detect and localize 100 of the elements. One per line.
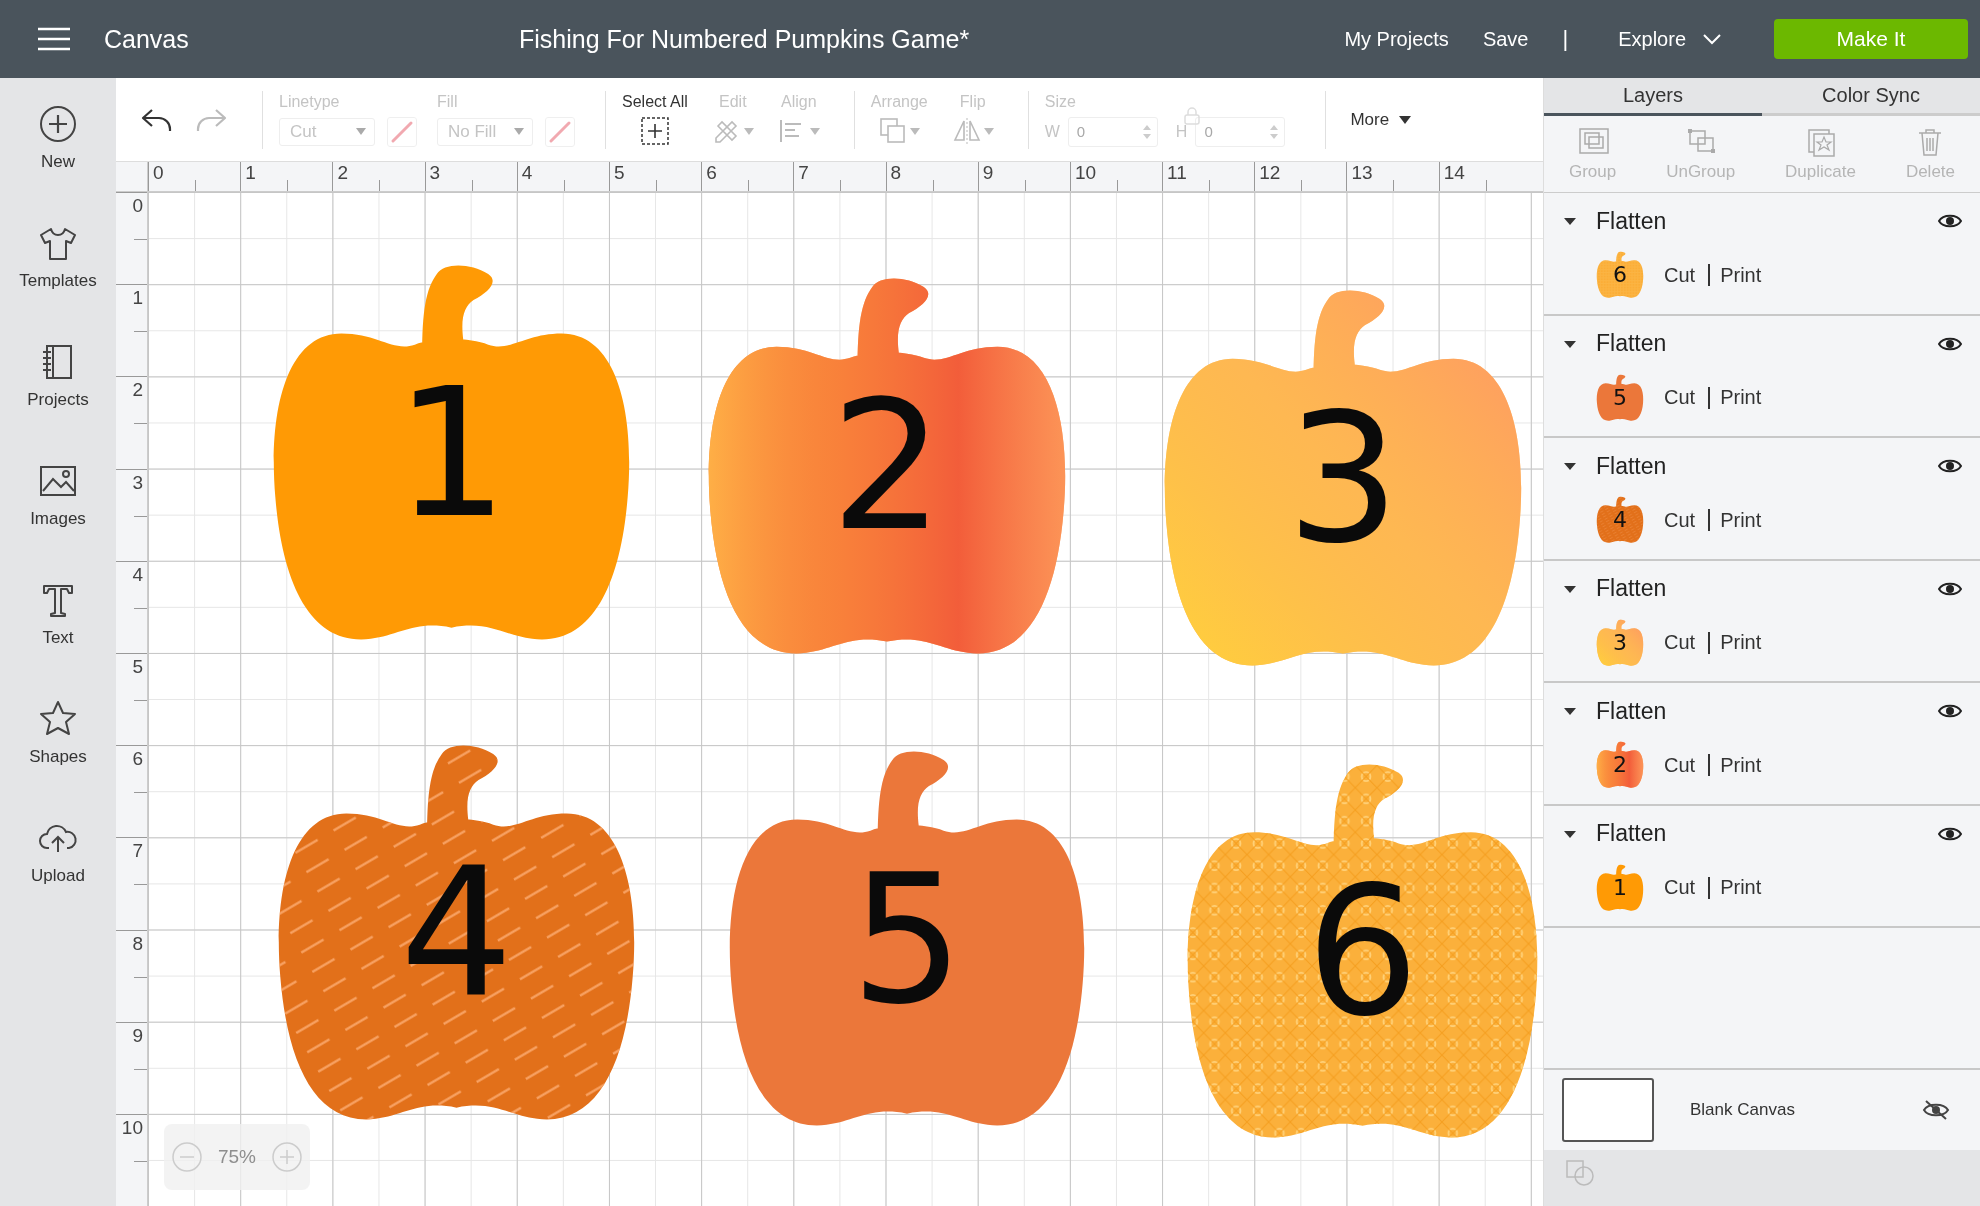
ruler-number: 10 — [1074, 162, 1096, 183]
project-title: Fishing For Numbered Pumpkins Game* — [519, 24, 970, 54]
operation-label: Cut — [1664, 753, 1696, 777]
sidebar-item[interactable]: Shapes — [8, 699, 108, 793]
caret-down-icon — [743, 127, 754, 135]
caret-down-icon[interactable] — [1564, 705, 1576, 717]
tool-label: Linetype — [279, 92, 341, 111]
operation-label: Print — [1720, 263, 1762, 287]
tool-label: Size — [1044, 92, 1077, 111]
layer-group[interactable]: Flatten 3 Cut Print — [1544, 560, 1980, 683]
ruler-number: 3 — [132, 471, 143, 493]
thumbnail-number: 3 — [1613, 631, 1627, 654]
field-label: H — [1175, 122, 1188, 141]
pumpkin-number: 2 — [830, 377, 944, 556]
sidebar-item[interactable]: Templates — [8, 223, 108, 317]
caret-down-icon — [514, 128, 524, 135]
pumpkin-number: 4 — [399, 844, 514, 1023]
operation-label: Cut — [1664, 386, 1696, 409]
menu-icon[interactable] — [37, 27, 71, 51]
pumpkin-number: 1 — [394, 364, 509, 543]
ruler-number: 7 — [132, 840, 143, 862]
layer-group[interactable]: Flatten 6 Cut Print — [1544, 193, 1980, 316]
ruler-number: 3 — [429, 162, 441, 183]
ruler-number: 9 — [132, 1024, 143, 1046]
explore-menu[interactable]: Explore — [1618, 27, 1722, 51]
pumpkin-number: 5 — [850, 850, 964, 1029]
operation-label: Print — [1720, 631, 1762, 654]
layer-group[interactable]: Flatten 1 Cut Print — [1544, 805, 1980, 928]
pumpkin-number: 6 — [1305, 863, 1420, 1042]
ruler-number: 6 — [706, 162, 717, 183]
operation-label: Cut — [1664, 631, 1696, 654]
nav-link[interactable]: My Projects — [1344, 27, 1449, 51]
ruler-number: 2 — [132, 379, 143, 401]
pumpkin-number: 3 — [1286, 389, 1400, 568]
eye-icon[interactable] — [1938, 580, 1962, 597]
caret-down-icon — [910, 127, 921, 135]
sidebar-item[interactable]: Upload — [8, 818, 108, 912]
separator-text: | — [1562, 26, 1569, 52]
thumbnail-number: 1 — [1613, 876, 1627, 899]
nav-link[interactable]: Save — [1482, 27, 1529, 51]
ruler-number: 2 — [337, 162, 348, 183]
sidebar-item[interactable]: New — [8, 104, 108, 198]
ruler-number: 5 — [613, 162, 625, 183]
panel-tab[interactable]: Layers — [1544, 78, 1762, 116]
caret-down-icon[interactable] — [1564, 215, 1576, 227]
color-swatch[interactable] — [545, 116, 575, 147]
operation-label: Cut — [1664, 508, 1696, 532]
ruler-number: 4 — [521, 162, 533, 183]
eye-icon[interactable] — [1938, 825, 1962, 842]
ruler-number: 0 — [153, 162, 164, 183]
operation-label: Print — [1720, 876, 1762, 899]
eye-icon[interactable] — [1938, 213, 1962, 229]
layer-group[interactable]: Flatten 2 Cut Print — [1544, 683, 1980, 806]
color-swatch[interactable] — [387, 116, 417, 147]
ruler-number: 0 — [132, 195, 143, 216]
slash-icon — [390, 119, 414, 144]
ruler-number: 1 — [132, 287, 143, 309]
canvas-label: Blank Canvas — [1690, 1100, 1795, 1120]
ruler-number: 7 — [798, 162, 809, 183]
ruler-number: 11 — [1167, 162, 1187, 183]
operation-label: Print — [1720, 508, 1762, 532]
ruler-number: 8 — [132, 932, 143, 954]
layer-group[interactable]: Flatten 5 Cut Print — [1544, 315, 1980, 438]
field-label: W — [1044, 122, 1060, 141]
eye-slash-icon[interactable] — [1922, 1099, 1950, 1121]
thumbnail-number: 5 — [1613, 386, 1627, 409]
select-all-button[interactable]: Select All — [622, 93, 688, 146]
ruler-number: 9 — [982, 162, 994, 183]
eye-icon[interactable] — [1938, 458, 1962, 474]
ruler-number: 8 — [890, 162, 902, 183]
eye-icon[interactable] — [1938, 703, 1962, 719]
operation-label: Cut — [1664, 876, 1696, 899]
sidebar-item[interactable]: Text — [8, 580, 108, 674]
thumbnail-number: 2 — [1613, 754, 1627, 776]
more-menu[interactable]: More — [1350, 109, 1412, 130]
panel-tab[interactable]: Color Sync — [1762, 78, 1980, 116]
select-all-icon — [639, 116, 670, 146]
layer-name: Flatten — [1596, 452, 1667, 480]
chevron-down-icon — [1702, 33, 1722, 45]
caret-down-icon — [983, 127, 994, 135]
zoom-level: 75% — [218, 1146, 256, 1168]
flip-icon — [951, 116, 982, 146]
operation-label: Print — [1720, 386, 1762, 409]
caret-down-icon — [809, 127, 820, 135]
operation-label: Print — [1720, 753, 1762, 777]
layer-name: Flatten — [1596, 575, 1667, 602]
sidebar-item[interactable]: Images — [8, 461, 108, 555]
sidebar-item[interactable]: Projects — [8, 342, 108, 436]
eye-icon[interactable] — [1938, 335, 1962, 352]
ruler-number: 4 — [132, 563, 143, 585]
layer-name: Flatten — [1596, 820, 1667, 847]
layer-group[interactable]: Flatten 4 Cut Print — [1544, 438, 1980, 561]
ruler-number: 6 — [132, 748, 143, 770]
ruler-number: 1 — [245, 162, 256, 183]
layer-name: Flatten — [1596, 330, 1667, 357]
ruler-number: 10 — [121, 1116, 143, 1138]
caret-down-icon[interactable] — [1564, 460, 1576, 472]
ruler-number: 14 — [1443, 162, 1465, 183]
caret-down-icon — [1399, 115, 1412, 124]
thumbnail-number: 6 — [1613, 264, 1627, 286]
